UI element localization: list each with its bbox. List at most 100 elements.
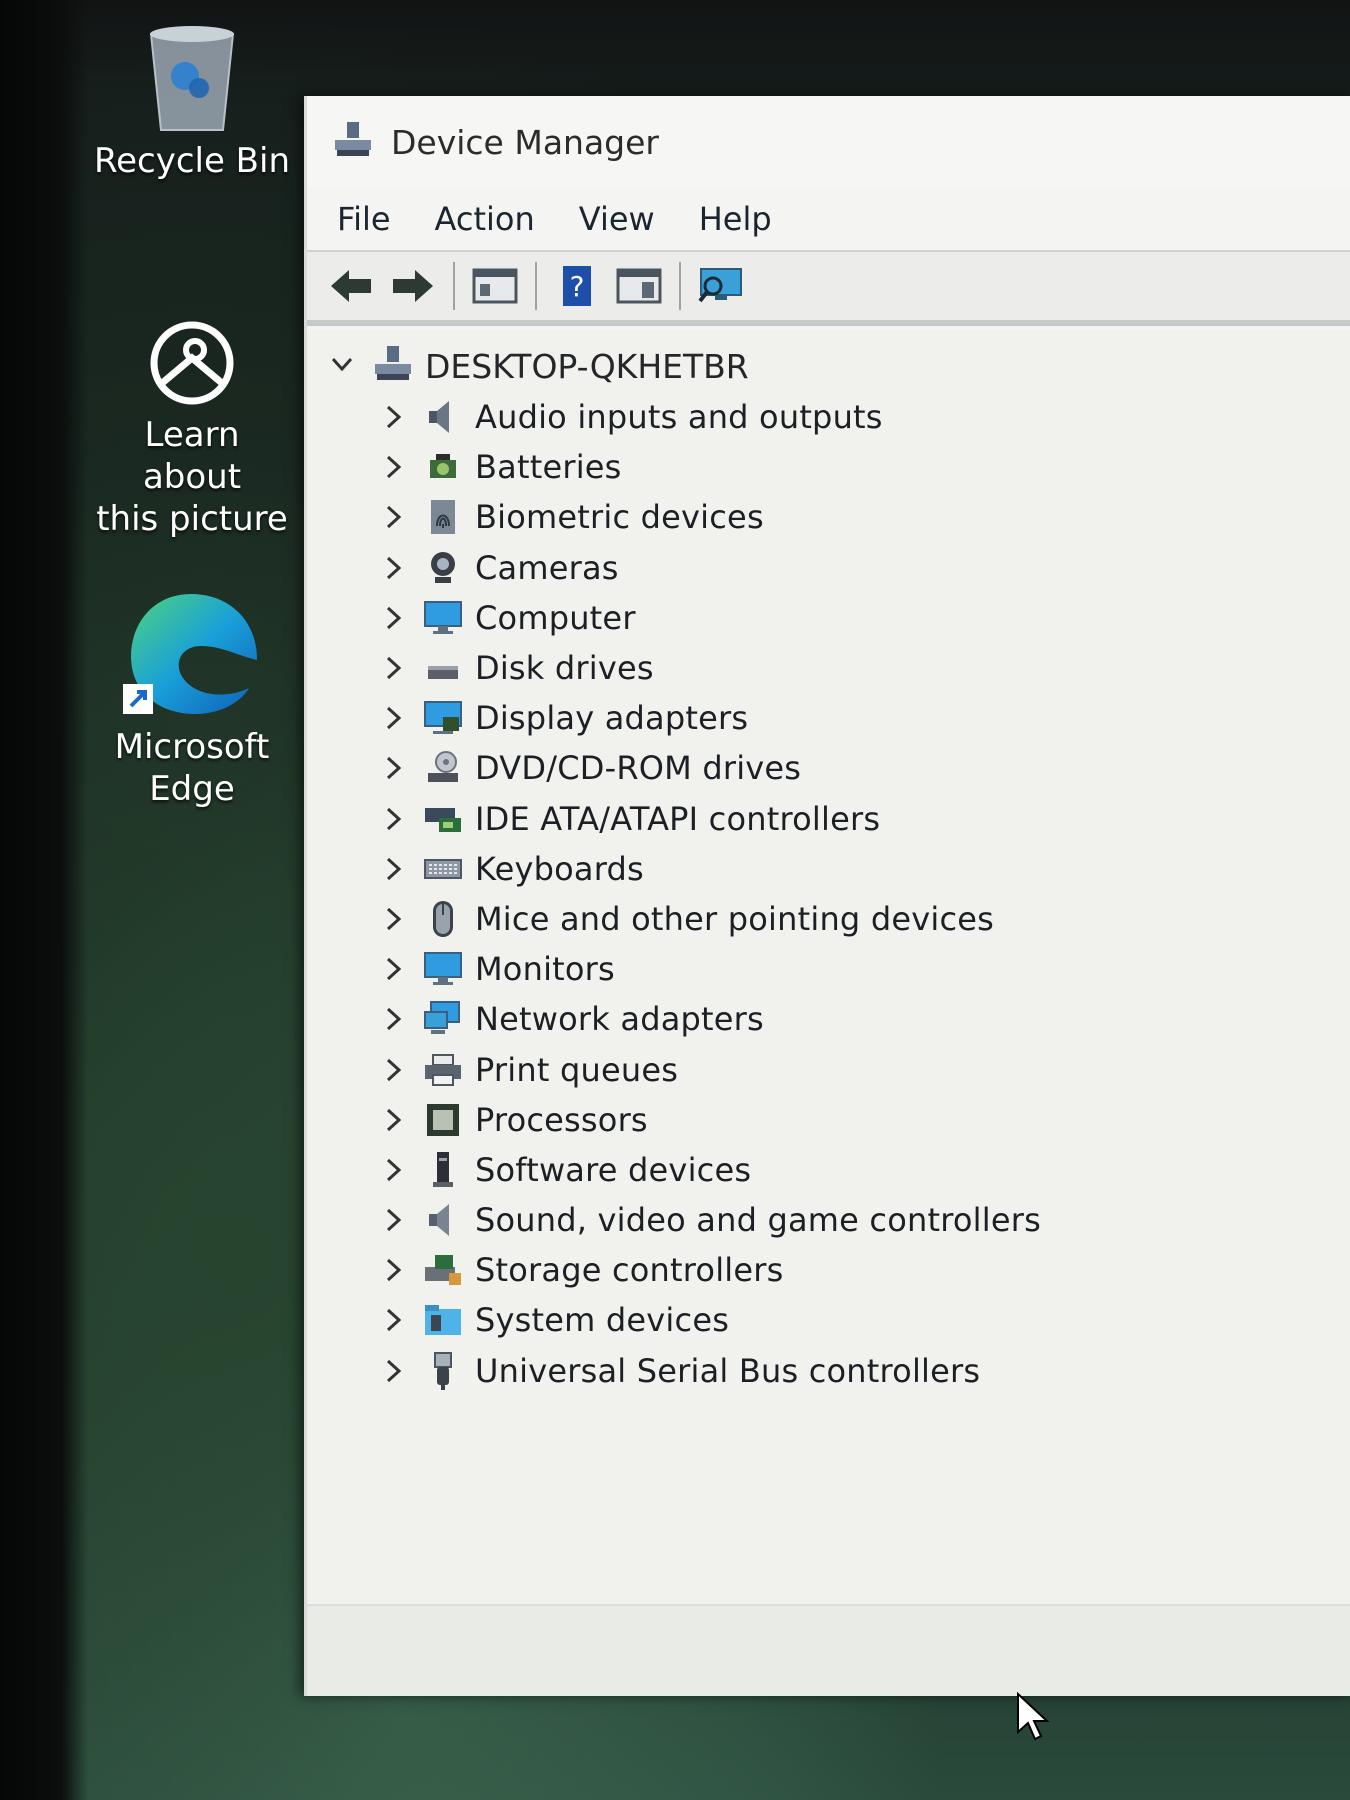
svg-text:?: ? bbox=[570, 270, 585, 303]
tree-node-label: Cameras bbox=[475, 548, 619, 587]
tree-node-mice-and-other-pointing-devices[interactable]: Mice and other pointing devices bbox=[383, 894, 1041, 944]
battery-icon bbox=[423, 447, 463, 487]
chevron-right-icon[interactable] bbox=[383, 703, 423, 733]
computer-root-icon bbox=[373, 344, 413, 388]
tree-node-audio-inputs-and-outputs[interactable]: Audio inputs and outputs bbox=[383, 392, 1041, 442]
tree-node-batteries[interactable]: Batteries bbox=[383, 442, 1041, 492]
help-button[interactable]: ? bbox=[549, 260, 605, 312]
forward-button[interactable] bbox=[385, 260, 441, 312]
help-icon: ? bbox=[563, 266, 591, 306]
menu-help[interactable]: Help bbox=[699, 200, 772, 238]
chevron-right-icon[interactable] bbox=[383, 603, 423, 633]
chevron-right-icon[interactable] bbox=[383, 753, 423, 783]
tree-node-label: Computer bbox=[475, 598, 636, 637]
menu-bar: File Action View Help bbox=[307, 188, 1350, 252]
tree-node-label: Network adapters bbox=[475, 1000, 764, 1039]
tree-node-sound-video-and-game-controllers[interactable]: Sound, video and game controllers bbox=[383, 1195, 1041, 1245]
chevron-right-icon[interactable] bbox=[383, 804, 423, 834]
tree-node-label: Processors bbox=[475, 1100, 648, 1139]
window-title: Device Manager bbox=[391, 122, 659, 162]
tree-node-label: Monitors bbox=[475, 950, 615, 989]
recycle-bin-icon bbox=[137, 14, 247, 134]
storage-controller-icon bbox=[423, 1250, 463, 1290]
device-manager-app-icon bbox=[333, 120, 373, 164]
chevron-right-icon[interactable] bbox=[383, 1155, 423, 1185]
ide-controller-icon bbox=[423, 799, 463, 839]
tree-node-processors[interactable]: Processors bbox=[383, 1095, 1041, 1145]
title-bar[interactable]: Device Manager bbox=[307, 96, 1350, 188]
computer-name: DESKTOP-QKHETBR bbox=[425, 346, 749, 386]
tree-node-label: Software devices bbox=[475, 1150, 752, 1189]
chevron-right-icon[interactable] bbox=[383, 954, 423, 984]
chevron-down-icon[interactable] bbox=[327, 349, 357, 383]
processor-icon bbox=[423, 1100, 463, 1140]
tree-node-label: Storage controllers bbox=[475, 1251, 784, 1290]
mouse-pointer-icon bbox=[1016, 1691, 1050, 1746]
tree-node-monitors[interactable]: Monitors bbox=[383, 944, 1041, 994]
chevron-right-icon[interactable] bbox=[383, 1205, 423, 1235]
scan-hardware-button[interactable] bbox=[693, 260, 749, 312]
tree-node-dvd-cd-rom-drives[interactable]: DVD/CD-ROM drives bbox=[383, 743, 1041, 793]
chevron-right-icon[interactable] bbox=[383, 1004, 423, 1034]
tree-node-label: Keyboards bbox=[475, 849, 644, 888]
microsoft-edge-shortcut[interactable]: Microsoft Edge bbox=[92, 590, 292, 810]
device-manager-window: Device Manager File Action View Help ? D… bbox=[304, 96, 1350, 1696]
dvd-drive-icon bbox=[423, 748, 463, 788]
menu-file[interactable]: File bbox=[337, 200, 391, 238]
mouse-icon bbox=[423, 899, 463, 939]
chevron-right-icon[interactable] bbox=[383, 402, 423, 432]
back-button[interactable] bbox=[323, 260, 379, 312]
network-adapter-icon bbox=[423, 999, 463, 1039]
recycle-bin-label: Recycle Bin bbox=[93, 141, 290, 181]
tree-node-label: Display adapters bbox=[475, 699, 749, 738]
chevron-right-icon[interactable] bbox=[383, 1305, 423, 1335]
tree-node-network-adapters[interactable]: Network adapters bbox=[383, 994, 1041, 1044]
device-tree: DESKTOP-QKHETBR Audio inputs and outputs… bbox=[307, 330, 1350, 1696]
chevron-right-icon[interactable] bbox=[383, 502, 423, 532]
tree-node-display-adapters[interactable]: Display adapters bbox=[383, 693, 1041, 743]
tree-node-ide-ata-atapi-controllers[interactable]: IDE ATA/ATAPI controllers bbox=[383, 794, 1041, 844]
scan-hardware-icon bbox=[698, 268, 742, 303]
learn-about-picture-shortcut[interactable]: Learn about this picture bbox=[92, 318, 292, 540]
chevron-right-icon[interactable] bbox=[383, 1105, 423, 1135]
recycle-bin-shortcut[interactable]: Recycle Bin bbox=[92, 14, 292, 182]
monitor-bezel bbox=[0, 0, 88, 1800]
tree-node-system-devices[interactable]: System devices bbox=[383, 1295, 1041, 1345]
update-driver-icon bbox=[616, 268, 662, 304]
tree-node-label: IDE ATA/ATAPI controllers bbox=[475, 799, 881, 838]
chevron-right-icon[interactable] bbox=[383, 1255, 423, 1285]
tree-node-print-queues[interactable]: Print queues bbox=[383, 1044, 1041, 1094]
tree-node-universal-serial-bus-controllers[interactable]: Universal Serial Bus controllers bbox=[383, 1346, 1041, 1396]
sound-icon bbox=[423, 1200, 463, 1240]
update-driver-button[interactable] bbox=[611, 260, 667, 312]
edge-label-line2: Edge bbox=[149, 769, 235, 809]
tree-node-storage-controllers[interactable]: Storage controllers bbox=[383, 1245, 1041, 1295]
tree-node-label: Mice and other pointing devices bbox=[475, 899, 994, 938]
tree-node-software-devices[interactable]: Software devices bbox=[383, 1145, 1041, 1195]
tree-node-label: Batteries bbox=[475, 448, 622, 487]
chevron-right-icon[interactable] bbox=[383, 854, 423, 884]
keyboard-icon bbox=[423, 849, 463, 889]
chevron-right-icon[interactable] bbox=[383, 553, 423, 583]
tree-node-biometric-devices[interactable]: Biometric devices bbox=[383, 492, 1041, 542]
camera-aperture-icon bbox=[147, 318, 237, 408]
tree-root-node[interactable]: DESKTOP-QKHETBR bbox=[327, 342, 749, 390]
chevron-right-icon[interactable] bbox=[383, 904, 423, 934]
chevron-right-icon[interactable] bbox=[383, 1055, 423, 1085]
menu-action[interactable]: Action bbox=[435, 200, 535, 238]
software-device-icon bbox=[423, 1150, 463, 1190]
toolbar-separator bbox=[679, 262, 681, 310]
tree-node-cameras[interactable]: Cameras bbox=[383, 543, 1041, 593]
speaker-icon bbox=[423, 397, 463, 437]
chevron-right-icon[interactable] bbox=[383, 653, 423, 683]
tree-node-keyboards[interactable]: Keyboards bbox=[383, 844, 1041, 894]
menu-view[interactable]: View bbox=[579, 200, 655, 238]
chevron-right-icon[interactable] bbox=[383, 1356, 423, 1386]
toolbar-separator bbox=[535, 262, 537, 310]
category-list: Audio inputs and outputs Batteries Biometr… bbox=[383, 392, 1041, 1396]
display-adapter-icon bbox=[423, 698, 463, 738]
tree-node-disk-drives[interactable]: Disk drives bbox=[383, 643, 1041, 693]
tree-node-computer[interactable]: Computer bbox=[383, 593, 1041, 643]
properties-button[interactable] bbox=[467, 260, 523, 312]
chevron-right-icon[interactable] bbox=[383, 452, 423, 482]
